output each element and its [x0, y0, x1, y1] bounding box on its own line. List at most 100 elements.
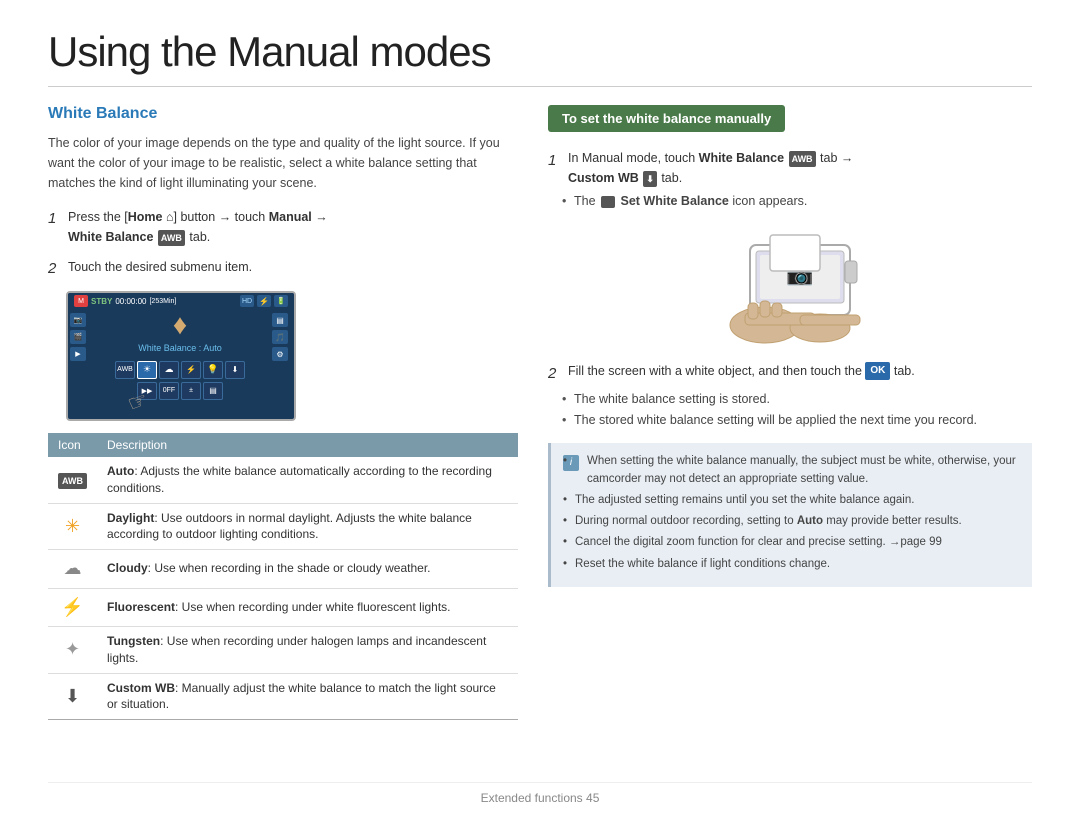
fluor-icon: ⚡ [61, 597, 83, 617]
right-step-1-num: 1 [548, 149, 562, 173]
cam-right-icon-2: 🎵 [272, 330, 288, 344]
cam-left-icon-3: ▶ [70, 347, 86, 361]
table-icon-auto: AWB [48, 457, 97, 503]
cam-icon-3: 🔋 [274, 295, 288, 307]
custom-wb-inline-icon: ⬇ [643, 171, 657, 187]
green-header: To set the white balance manually [548, 105, 785, 132]
right-step-2-bullet-2: The stored white balance setting will be… [562, 411, 1032, 430]
table-icon-tungsten: ✦ [48, 626, 97, 673]
cam-row2-icon-3: ± [181, 382, 201, 400]
cam-row2-icon-2: 0FF [159, 382, 179, 400]
auto-icon: AWB [58, 473, 87, 490]
cam-left-icon-2: 🎬 [70, 330, 86, 344]
note-item-1: When setting the white balance manually,… [563, 453, 1020, 488]
right-step-2-text: Fill the screen with a white object, and… [568, 361, 915, 381]
cloud-icon: ☁ [64, 558, 82, 578]
cam-left-icons: 📷 🎬 ▶ [68, 309, 90, 399]
table-row: AWB Auto: Adjusts the white balance auto… [48, 457, 518, 503]
cam-time: 00:00:00 [115, 297, 146, 306]
table-desc-fluor: Fluorescent: Use when recording under wh… [97, 588, 518, 626]
page: Using the Manual modes White Balance The… [0, 0, 1080, 825]
table-icon-fluor: ⚡ [48, 588, 97, 626]
intro-text: The color of your image depends on the t… [48, 133, 518, 193]
cam-wb-icon-sun: ☀ [137, 361, 157, 379]
cam-wb-label: White Balance : Auto [138, 343, 222, 353]
cam-row2-icons: ▶▶ 0FF ± ▤ [137, 382, 223, 400]
right-step-2-bullets: The white balance setting is stored. The… [548, 390, 1032, 430]
step-2-content: Touch the desired submenu item. [68, 257, 518, 277]
tungsten-icon: ✦ [65, 639, 80, 659]
page-footer: Extended functions 45 [48, 782, 1032, 805]
sun-icon: ✳ [65, 516, 80, 536]
note-item-2: The adjusted setting remains until you s… [563, 492, 1020, 509]
cam-min: [253Min] [149, 298, 176, 305]
note-item-4: Cancel the digital zoom function for cle… [563, 534, 1020, 551]
section-title: White Balance [48, 105, 518, 123]
table-row: ☁ Cloudy: Use when recording in the shad… [48, 550, 518, 588]
table-desc-daylight: Daylight: Use outdoors in normal dayligh… [97, 503, 518, 550]
note-item-3: During normal outdoor recording, setting… [563, 513, 1020, 530]
camera-screen: M STBY 00:00:00 [253Min] HD ⚡ 🔋 📷 [66, 291, 296, 421]
set-wb-icon [601, 196, 615, 208]
table-desc-custom: Custom WB: Manually adjust the white bal… [97, 673, 518, 720]
cam-wb-icon-cloud: ☁ [159, 361, 179, 379]
step-1: 1 Press the [Home ⌂] button → touch Manu… [48, 207, 518, 247]
table-col-icon: Icon [48, 433, 97, 457]
table-icon-custom: ⬇ [48, 673, 97, 720]
table-icon-cloud: ☁ [48, 550, 97, 588]
right-step-1-bullet-1: The Set White Balance icon appears. [562, 192, 1032, 211]
ok-badge: OK [865, 362, 890, 380]
cam-wb-icon-fluor: ⚡ [181, 361, 201, 379]
table-row: ✦ Tungsten: Use when recording under hal… [48, 626, 518, 673]
cam-mode-box: M [74, 295, 88, 307]
cam-left-icon-1: 📷 [70, 313, 86, 327]
right-step-2-header: 2 Fill the screen with a white object, a… [548, 361, 1032, 386]
right-step-1-bullets: The Set White Balance icon appears. [548, 192, 1032, 211]
cam-row2-icon-4: ▤ [203, 382, 223, 400]
cam-bottom-icons: AWB ☀ ☁ ⚡ 💡 ⬇ [115, 361, 245, 379]
note-list: When setting the white balance manually,… [563, 453, 1020, 573]
cam-icon-1: HD [240, 295, 254, 307]
right-step-2-bullet-1: The white balance setting is stored. [562, 390, 1032, 409]
right-step-1-header: 1 In Manual mode, touch White Balance AW… [548, 148, 1032, 188]
camera-hand-svg: 📷 [690, 225, 890, 355]
table-row: ⚡ Fluorescent: Use when recording under … [48, 588, 518, 626]
cam-top-icons: HD ⚡ 🔋 [240, 295, 288, 307]
step-1-content: Press the [Home ⌂] button → touch Manual… [68, 207, 518, 247]
wb-inline-icon: AWB [789, 151, 816, 167]
cam-right-icon-1: ▤ [272, 313, 288, 327]
note-item-5: Reset the white balance if light conditi… [563, 556, 1020, 573]
step-2: 2 Touch the desired submenu item. [48, 257, 518, 281]
cam-wb-icon-awb: AWB [115, 361, 135, 379]
right-step-1: 1 In Manual mode, touch White Balance AW… [548, 148, 1032, 211]
table-icon-sun: ✳ [48, 503, 97, 550]
table-row: ✳ Daylight: Use outdoors in normal dayli… [48, 503, 518, 550]
table-row: ⬇ Custom WB: Manually adjust the white b… [48, 673, 518, 720]
cam-stby: STBY [91, 297, 112, 306]
table-col-desc: Description [97, 433, 518, 457]
right-column: To set the white balance manually 1 In M… [548, 105, 1032, 782]
camera-illustration: 📷 [548, 225, 1032, 355]
cam-main-area: ♦ White Balance : Auto AWB ☀ ☁ ⚡ 💡 ⬇ ▶▶ [90, 309, 270, 399]
step-2-num: 2 [48, 257, 62, 281]
wb-icon-inline: AWB [158, 230, 185, 246]
cam-icon-2: ⚡ [257, 295, 271, 307]
cam-top-bar: M STBY 00:00:00 [253Min] HD ⚡ 🔋 [68, 293, 294, 309]
left-column: White Balance The color of your image de… [48, 105, 518, 782]
note-box: i When setting the white balance manuall… [548, 443, 1032, 587]
custom-icon: ⬇ [65, 686, 80, 706]
step-1-num: 1 [48, 207, 62, 231]
cam-wb-icon-bulb: 💡 [203, 361, 223, 379]
table-desc-cloudy: Cloudy: Use when recording in the shade … [97, 550, 518, 588]
content-columns: White Balance The color of your image de… [48, 105, 1032, 782]
right-step-2-num: 2 [548, 362, 562, 386]
cam-subject: ♦ [173, 309, 187, 341]
cam-right-icons: ▤ 🎵 ⚙ [270, 309, 294, 399]
cam-mode-icon: M STBY 00:00:00 [253Min] [74, 295, 176, 307]
cam-body: 📷 🎬 ▶ ♦ White Balance : Auto AWB ☀ ☁ ⚡ [68, 309, 294, 399]
table-desc-tungsten: Tungsten: Use when recording under halog… [97, 626, 518, 673]
cam-right-icon-3: ⚙ [272, 347, 288, 361]
cam-wb-icon-custom: ⬇ [225, 361, 245, 379]
wb-table: Icon Description AWB Auto: Adjusts the w… [48, 433, 518, 720]
right-step-2: 2 Fill the screen with a white object, a… [548, 361, 1032, 430]
